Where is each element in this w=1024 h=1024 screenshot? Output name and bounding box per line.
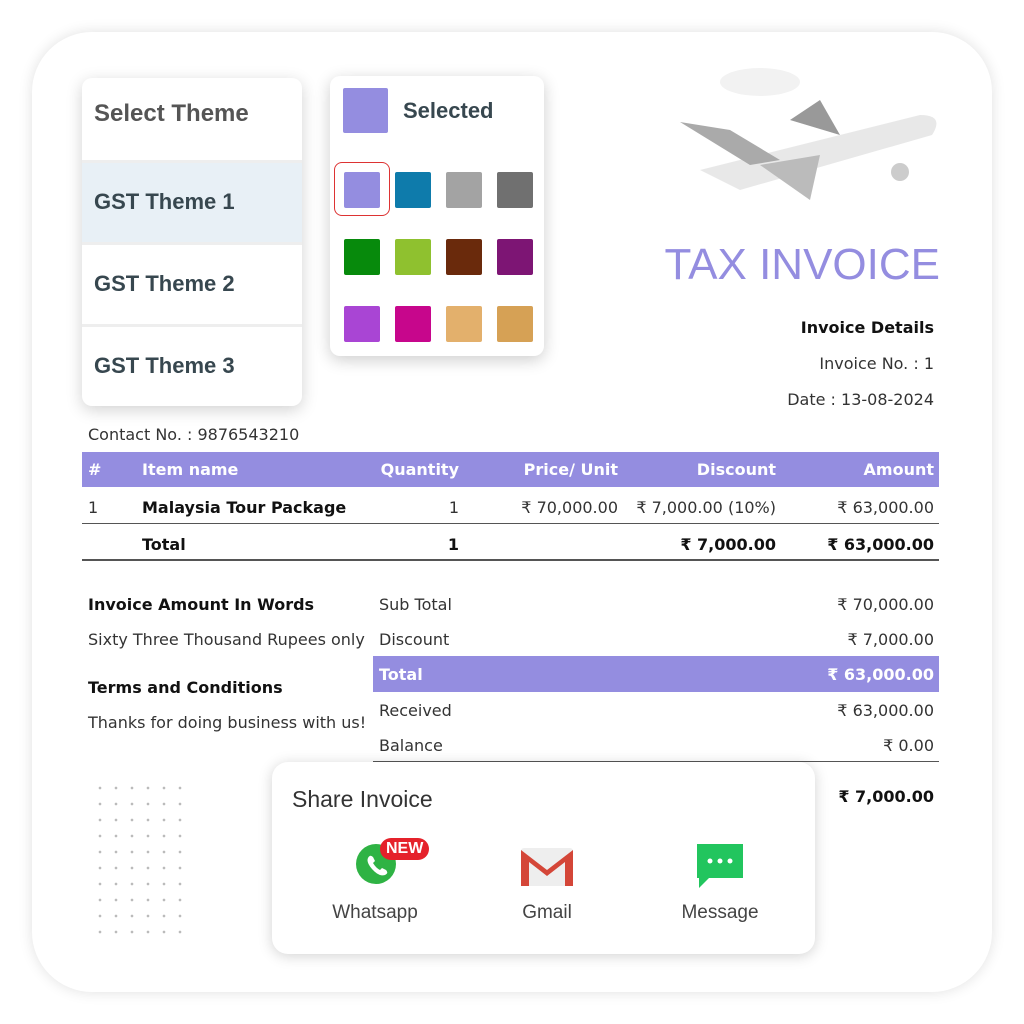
- theme-menu-title: Select Theme: [94, 100, 249, 127]
- summary-row: Received ₹ 63,000.00: [373, 692, 939, 727]
- summary-label: Received: [379, 701, 452, 720]
- summary-row: Discount ₹ 7,000.00: [373, 621, 939, 656]
- new-badge: NEW: [380, 838, 430, 860]
- summary-value: ₹ 0.00: [883, 736, 934, 755]
- color-swatch[interactable]: [395, 306, 431, 342]
- cell: ₹ 70,000.00: [521, 498, 618, 517]
- invoice-title: TAX INVOICE: [664, 240, 940, 289]
- invoice-number: Invoice No. : 1: [819, 354, 934, 373]
- cell: Total: [142, 535, 186, 554]
- col-header: Quantity: [380, 460, 459, 479]
- theme-menu: Select Theme GST Theme 1 GST Theme 2 GST…: [82, 78, 302, 406]
- cell: 1: [88, 498, 99, 517]
- color-swatch[interactable]: [446, 306, 482, 342]
- summary-value: ₹ 7,000.00: [847, 630, 934, 649]
- amount-in-words: Sixty Three Thousand Rupees only: [88, 630, 365, 649]
- message-icon: [697, 844, 743, 888]
- selected-label: Selected: [403, 98, 494, 123]
- color-swatch[interactable]: [344, 239, 380, 275]
- summary-value: ₹ 70,000.00: [837, 595, 934, 614]
- summary-label: Sub Total: [379, 595, 452, 614]
- color-swatch[interactable]: [344, 306, 380, 342]
- cell: Malaysia Tour Package: [142, 498, 347, 517]
- table-row: 1 Malaysia Tour Package 1 ₹ 70,000.00 ₹ …: [82, 488, 939, 524]
- cell: 1: [448, 498, 459, 517]
- color-swatch[interactable]: [446, 172, 482, 208]
- invoice-date: Date : 13-08-2024: [787, 390, 934, 409]
- col-header: #: [88, 460, 102, 479]
- color-swatch[interactable]: [344, 172, 380, 208]
- color-swatch[interactable]: [395, 172, 431, 208]
- dot-pattern: [92, 780, 182, 940]
- table-header: # Item name Quantity Price/ Unit Discoun…: [82, 452, 939, 487]
- theme-option-3[interactable]: GST Theme 3: [82, 324, 302, 406]
- contact-number: Contact No. : 9876543210: [88, 425, 300, 444]
- color-panel: Selected: [330, 76, 544, 356]
- cell: ₹ 63,000.00: [827, 535, 934, 554]
- cell: ₹ 63,000.00: [837, 498, 934, 517]
- summary-label: Discount: [379, 630, 450, 649]
- color-swatch[interactable]: [497, 306, 533, 342]
- col-header: Discount: [696, 460, 776, 479]
- summary-row: Balance ₹ 0.00: [373, 727, 939, 762]
- summary-value: ₹ 63,000.00: [837, 701, 934, 720]
- terms-heading: Terms and Conditions: [88, 678, 283, 697]
- gmail-icon: [521, 848, 573, 886]
- summary-label: Total: [379, 665, 423, 684]
- share-label: Message: [681, 902, 759, 923]
- summary-table: Sub Total ₹ 70,000.00 Discount ₹ 7,000.00 …: [373, 586, 939, 762]
- share-label: Gmail: [522, 902, 572, 923]
- share-label: Whatsapp: [332, 902, 418, 923]
- savings-amount: ₹ 7,000.00: [838, 787, 934, 806]
- summary-row-total: Total ₹ 63,000.00: [373, 656, 939, 692]
- cell: ₹ 7,000.00 (10%): [636, 498, 776, 517]
- invoice-details-heading: Invoice Details: [800, 318, 934, 337]
- selected-color-preview: [343, 88, 388, 133]
- terms-text: Thanks for doing business with us!: [88, 713, 367, 732]
- share-gmail-button[interactable]: Gmail: [494, 838, 600, 938]
- summary-label: Balance: [379, 736, 443, 755]
- cell: 1: [447, 535, 459, 554]
- share-message-button[interactable]: Message: [667, 838, 773, 938]
- words-heading: Invoice Amount In Words: [88, 595, 315, 614]
- theme-option-1[interactable]: GST Theme 1: [82, 160, 302, 242]
- color-swatch[interactable]: [497, 172, 533, 208]
- col-header: Item name: [142, 460, 239, 479]
- table-total-row: Total 1 ₹ 7,000.00 ₹ 63,000.00: [82, 525, 939, 561]
- share-whatsapp-button[interactable]: NEW Whatsapp: [322, 838, 432, 938]
- color-swatch[interactable]: [497, 239, 533, 275]
- col-header: Amount: [863, 460, 934, 479]
- cell: ₹ 7,000.00: [680, 535, 776, 554]
- theme-option-2[interactable]: GST Theme 2: [82, 242, 302, 324]
- summary-row: Sub Total ₹ 70,000.00: [373, 586, 939, 621]
- col-header: Price/ Unit: [523, 460, 618, 479]
- share-title: Share Invoice: [292, 786, 433, 812]
- airplane-illustration: [680, 68, 937, 200]
- color-swatch[interactable]: [395, 239, 431, 275]
- share-invoice-panel: Share Invoice NEW Whatsapp Gmail Message: [272, 762, 815, 954]
- summary-value: ₹ 63,000.00: [827, 665, 934, 684]
- color-swatch[interactable]: [446, 239, 482, 275]
